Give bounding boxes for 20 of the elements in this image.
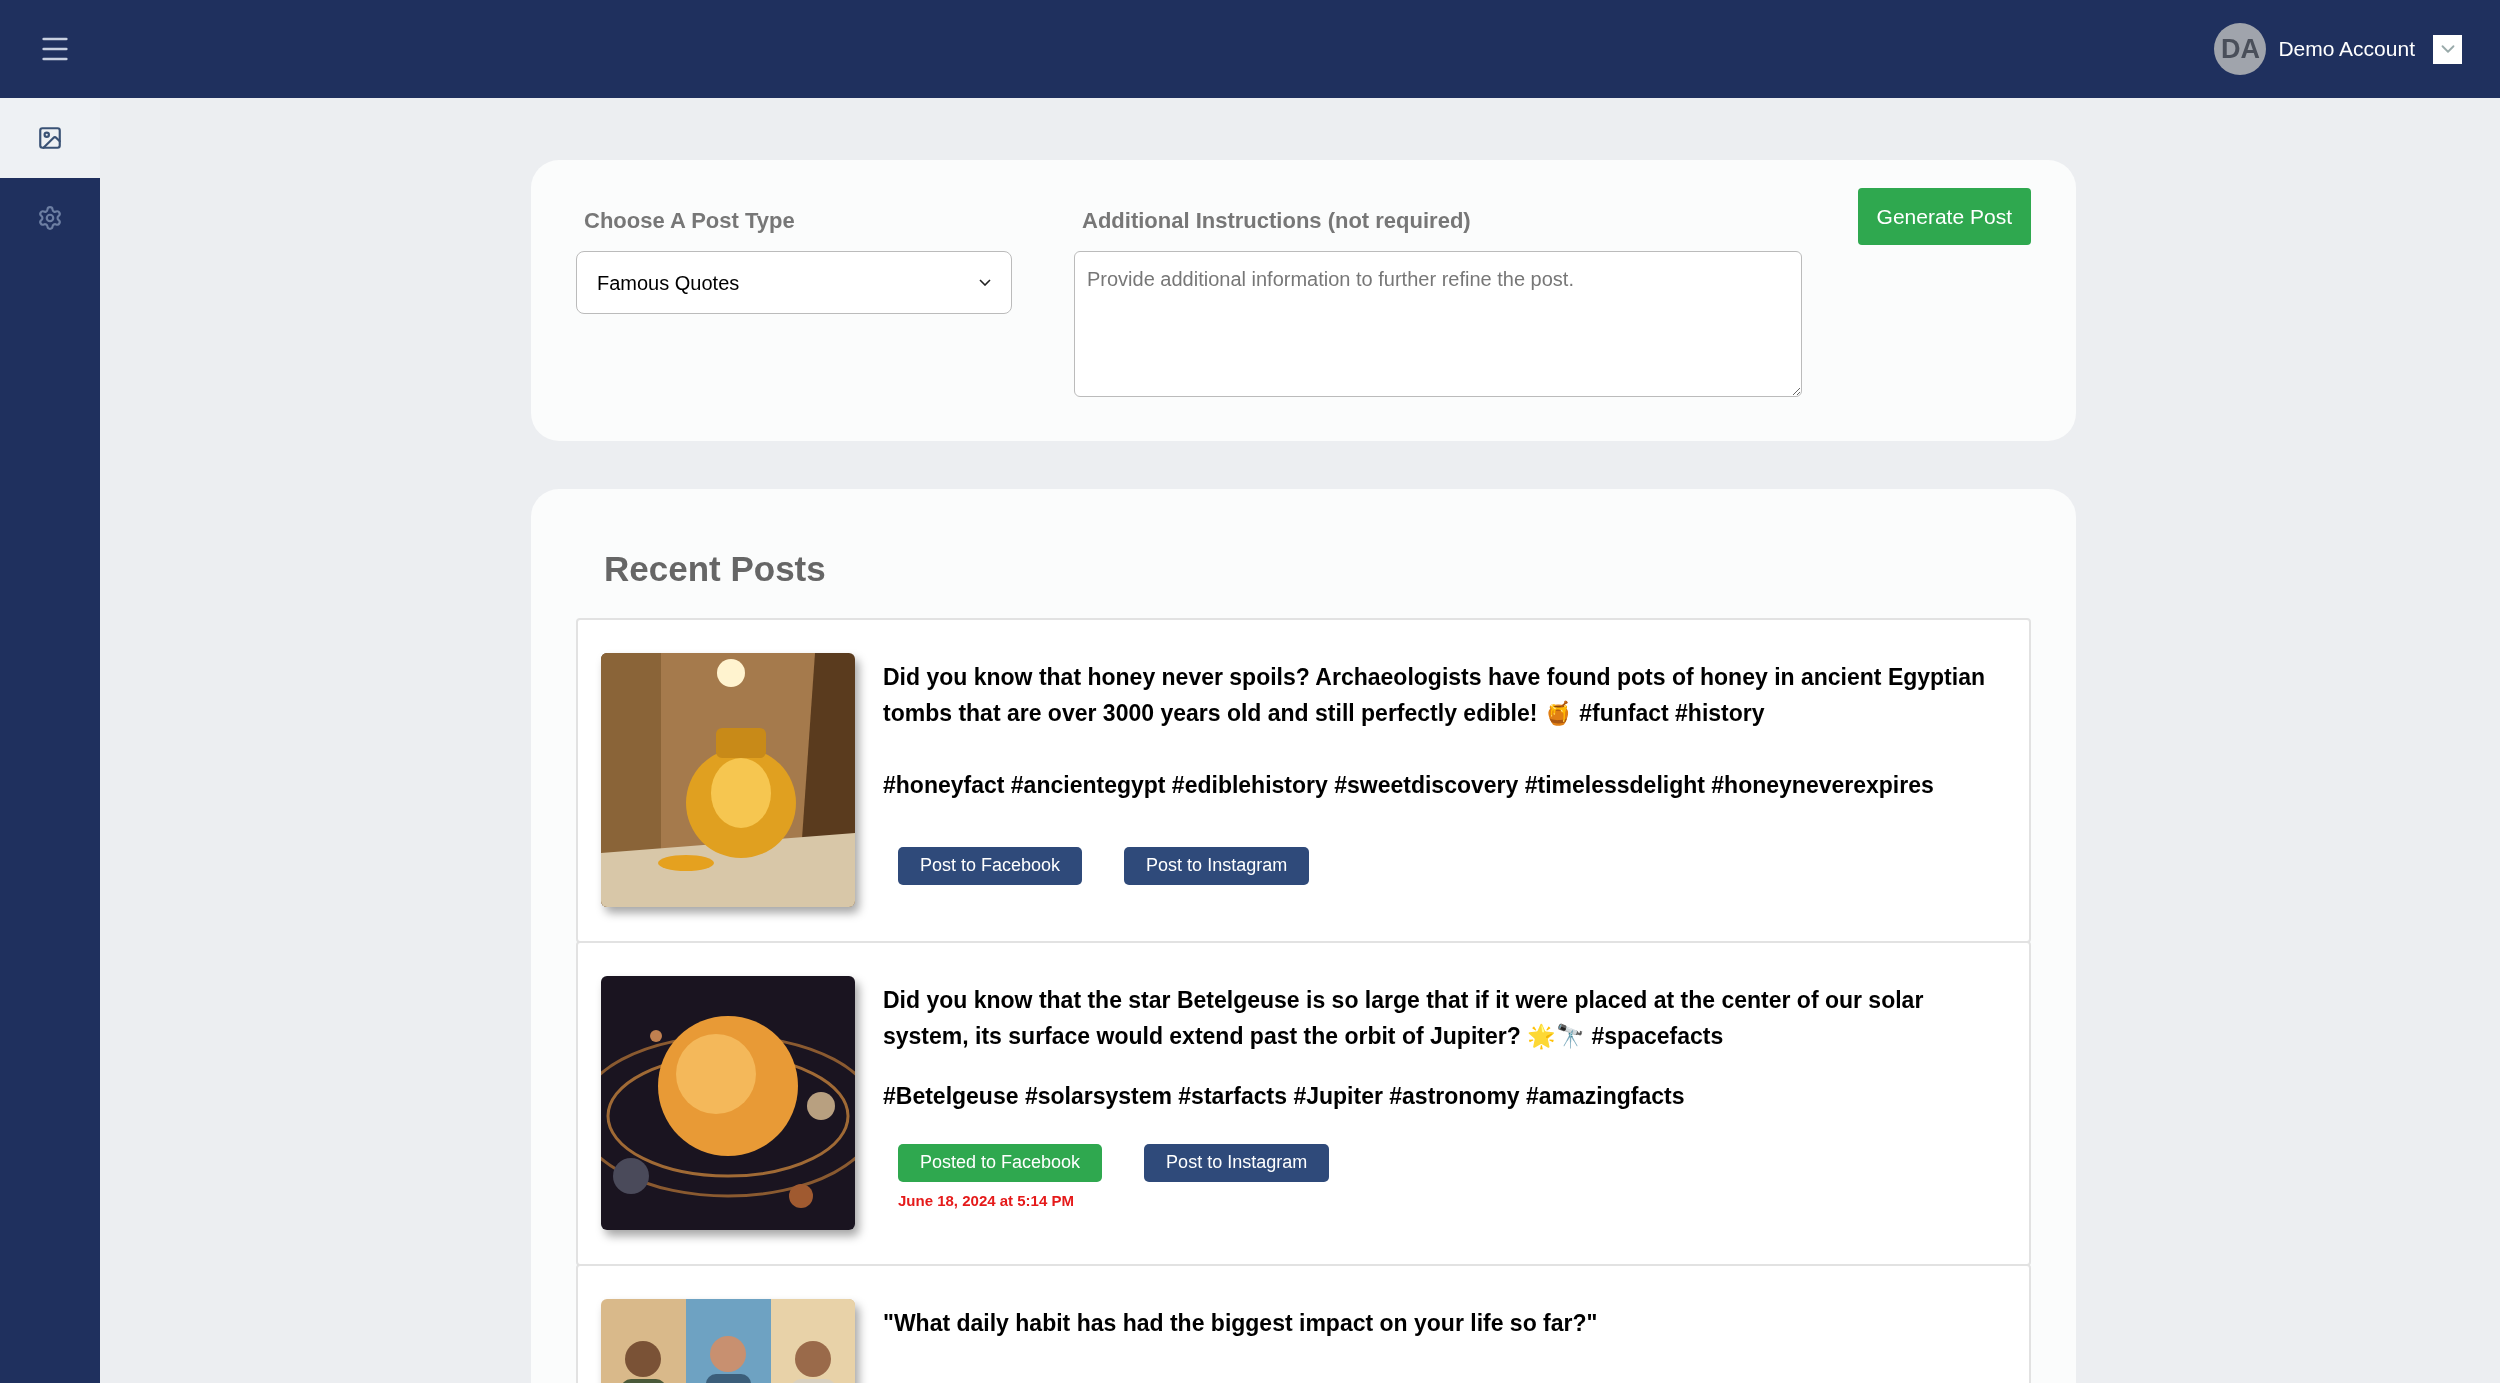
post-button[interactable]: Post to Facebook: [898, 846, 1083, 885]
instructions-field[interactable]: Provide additional information to further refine the post.: [1074, 251, 1802, 397]
sidebar-item[interactable]: [0, 98, 100, 178]
account-name[interactable]: Demo Account: [2278, 33, 2415, 65]
post-button[interactable]: Post to Instagram: [1144, 1143, 1330, 1182]
field-label: Additional Instructions (not required): [1081, 207, 1472, 235]
post-text: Did you know that honey never spoils? Archaeologists have found pots of honey in ancient Egyptian tombs that are over 3000 years old and still perfectly edible! 🍯 #funfact #history: [883, 662, 1986, 728]
post-type-select[interactable]: Famous Quotes: [576, 251, 1012, 314]
posted-timestamp: June 18, 2024 at 5:14 PM: [898, 1190, 1075, 1211]
post-button[interactable]: Post to Instagram: [1124, 846, 1310, 885]
settings-icon: [37, 205, 63, 231]
section-title: Recent Posts: [603, 548, 827, 590]
post-text: "What daily habit has had the biggest impact on your life so far?": [883, 1308, 1598, 1338]
post-text: Did you know that the star Betelgeuse is so large that if it were placed at the center of our solar system, its surface would extend past the orbit of Jupiter? 🌟🔭 #spacefacts: [883, 985, 1925, 1052]
field-label: Choose A Post Type: [583, 207, 796, 235]
post-hashtags: #honeyfact #ancientegypt #ediblehistory #sweetdiscovery #timelessdelight #honeyneverexpires: [883, 770, 1935, 800]
post-hashtags: #Betelgeuse #solarsystem #starfacts #Jupiter #astronomy #amazingfacts: [883, 1081, 1686, 1111]
image-icon: [37, 125, 63, 151]
dropdown-icon[interactable]: [2433, 34, 2462, 64]
chevron-down-icon: [979, 279, 991, 286]
